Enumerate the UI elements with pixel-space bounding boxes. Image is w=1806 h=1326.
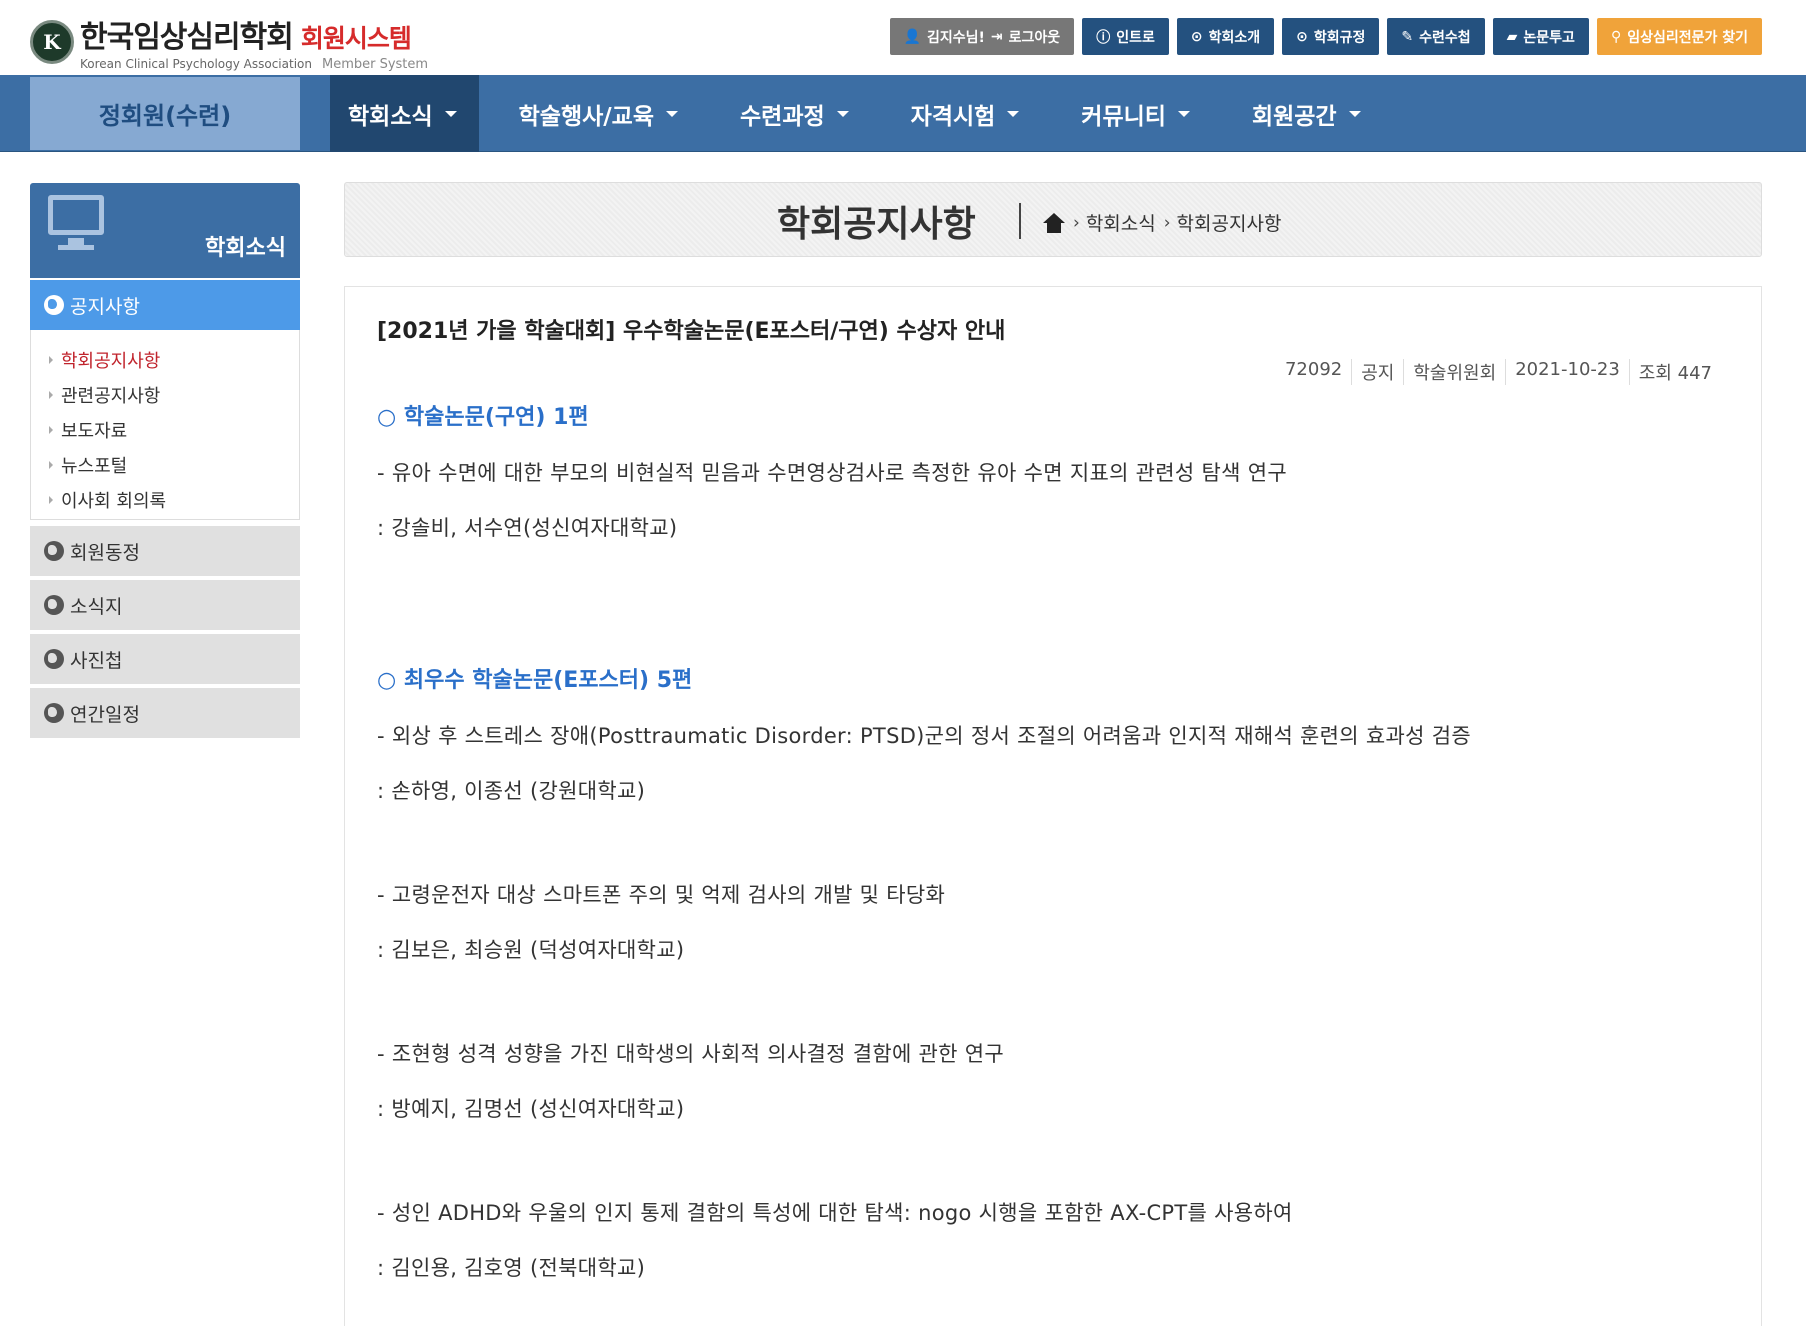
caret-down-icon [1348,110,1361,117]
sidebar-item-photos[interactable]: 사진첩 [30,634,300,684]
paper-title: - 유아 수면에 대한 부모의 비현실적 믿음과 수면영상검사로 측정한 유아 … [377,461,1287,485]
globe-icon [44,541,64,561]
training-notebook-button[interactable]: ✎ 수련수첩 [1387,18,1485,55]
paper-title: - 성인 ADHD와 우울의 인지 통제 결함의 특성에 대한 탐색: nogo… [377,1201,1293,1225]
folder-icon: ▰ [1506,28,1518,45]
sidebar-item-member-news[interactable]: 회원동정 [30,526,300,576]
post-title: [2021년 가을 학술대회] 우수학술논문(E포스터/구연) 수상자 안내 [377,319,1006,344]
pencil-icon: ✎ [1401,28,1414,45]
submenu-item-news-portal[interactable]: 뉴스포털 [31,447,299,482]
paper-authors: : 김보은, 최승원 (덕성여자대학교) [377,938,685,962]
section-heading: ○ 학술논문(구연) 1편 [377,405,589,430]
sidebar-submenu: 학회공지사항 관련공지사항 보도자료 뉴스포털 이사회 회의록 [30,330,300,520]
post-author: 학술위원회 [1403,359,1505,385]
post-content: [2021년 가을 학술대회] 우수학술논문(E포스터/구연) 수상자 안내 7… [344,286,1762,1326]
sidebar-title: 학회소식 [205,236,286,261]
user-name-label: 김지수님! [927,29,985,46]
top-utility-bar: 👤 김지수님! ⇥ 로그아웃 ⓘ 인트로 ⊙ 학회소개 ⊙ 학회규정 ✎ 수련수… [889,18,1762,55]
title-divider [1019,203,1021,239]
post-date: 2021-10-23 [1505,359,1629,385]
sidebar-item-newsletter[interactable]: 소식지 [30,580,300,630]
paper-authors: : 손하영, 이종선 (강원대학교) [377,779,646,803]
paper-title: - 외상 후 스트레스 장애(Posttraumatic Disorder: P… [377,724,1471,748]
post-id: 72092 [1284,359,1343,380]
rules-button[interactable]: ⊙ 학회규정 [1282,18,1380,55]
org-name-ko: 한국임상심리학회 [80,20,294,55]
caret-down-icon [1177,110,1190,117]
page-title: 학회공지사항 [777,204,976,245]
nav-item-events[interactable]: 학술행사/교육 [497,75,700,152]
caret-down-icon [666,110,679,117]
logout-icon: ⇥ [990,28,1003,45]
paper-title: - 조현형 성격 성향을 가진 대학생의 사회적 의사결정 결함에 관한 연구 [377,1042,1004,1066]
submenu-item-board-minutes[interactable]: 이사회 회의록 [31,482,299,517]
paper-authors: : 방예지, 김명선 (성신여자대학교) [377,1097,685,1121]
sidebar-item-calendar[interactable]: 연간일정 [30,688,300,738]
paper-authors: : 김인용, 김호영 (전북대학교) [377,1256,646,1280]
logo-emblem-icon: K [30,20,74,64]
submenu-item-society-notices[interactable]: 학회공지사항 [31,342,299,377]
caret-down-icon [1007,110,1020,117]
info-icon: ⓘ [1096,29,1111,46]
globe-icon [44,703,64,723]
sidebar-item-notices[interactable]: 공지사항 [30,280,300,330]
logout-label[interactable]: 로그아웃 [1009,27,1061,47]
circle-arrow-icon: ⊙ [1190,28,1203,45]
submenu-item-press[interactable]: 보도자료 [31,412,299,447]
site-header: K 한국임상심리학회 회원시스템 Korean Clinical Psychol… [0,0,1806,75]
user-logout-button[interactable]: 👤 김지수님! ⇥ 로그아웃 [889,18,1075,55]
paper-title: - 고령운전자 대상 스마트폰 주의 및 억제 검사의 개발 및 타당화 [377,883,946,907]
post-meta: 72092 공지 학술위원회 2021-10-23 조회 447 [1276,359,1721,385]
nav-item-training[interactable]: 수련과정 [718,75,871,152]
post-type: 공지 [1351,359,1403,385]
breadcrumb-item[interactable]: 학회공지사항 [1177,209,1282,236]
section-heading: ○ 최우수 학술논문(E포스터) 5편 [377,668,693,693]
breadcrumb-item[interactable]: 학회소식 [1086,209,1156,236]
globe-icon [44,649,64,669]
caret-down-icon [444,110,457,117]
page-title-bar: 학회공지사항 › 학회소식 › 학회공지사항 [344,182,1762,257]
main-nav: 정회원(수련) 학회소식 학술행사/교육 수련과정 자격시험 커뮤니티 회원공간 [0,75,1806,152]
paper-authors: : 강솔비, 서수연(성신여자대학교) [377,516,678,540]
nav-member-home[interactable]: 정회원(수련) [30,77,300,150]
nav-item-exam[interactable]: 자격시험 [889,75,1042,152]
about-button[interactable]: ⊙ 학회소개 [1176,18,1275,55]
paper-submit-button[interactable]: ▰ 논문투고 [1492,18,1589,55]
globe-icon [44,595,64,615]
system-name-en: Member System [321,57,429,72]
chevron-right-icon: › [1163,212,1171,233]
sidebar-header: 학회소식 [30,183,300,278]
submenu-item-related-notices[interactable]: 관련공지사항 [31,377,299,412]
find-expert-button[interactable]: ⚲ 임상심리전문가 찾기 [1596,18,1762,55]
circle-arrow-icon: ⊙ [1296,28,1308,45]
user-icon: 👤 [903,28,922,45]
search-icon: ⚲ [1610,28,1622,45]
site-logo[interactable]: K 한국임상심리학회 회원시스템 Korean Clinical Psychol… [30,12,428,72]
nav-item-community[interactable]: 커뮤니티 [1059,75,1212,152]
caret-down-icon [836,110,849,117]
intro-button[interactable]: ⓘ 인트로 [1082,18,1169,55]
home-icon[interactable] [1043,212,1065,233]
nav-item-member-space[interactable]: 회원공간 [1230,75,1383,152]
globe-icon [44,295,64,315]
org-name-en: Korean Clinical Psychology Association [80,57,312,71]
monitor-icon [48,195,104,235]
nav-item-news[interactable]: 학회소식 [330,75,479,152]
post-views: 조회 447 [1628,359,1721,385]
system-name-ko: 회원시스템 [300,24,412,53]
chevron-right-icon: › [1073,212,1080,233]
breadcrumb: › 학회소식 › 학회공지사항 [1043,209,1281,236]
